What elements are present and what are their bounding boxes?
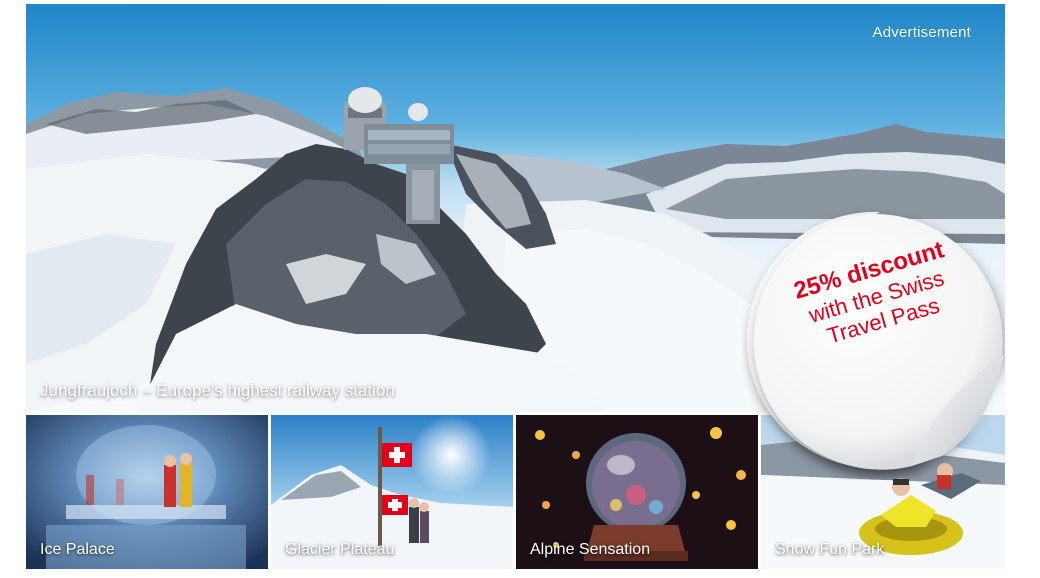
thumbnail-glacier-plateau[interactable]: Glacier Plateau xyxy=(271,415,513,569)
thumbnail-ice-palace[interactable]: Ice Palace xyxy=(26,415,268,569)
advertisement-banner[interactable]: Advertisement Jungfraujoch – Europe's hi… xyxy=(26,4,1005,569)
thumbnail-label: Glacier Plateau xyxy=(285,541,395,558)
thumbnail-label: Ice Palace xyxy=(40,541,115,558)
hero-caption: Jungfraujoch – Europe's highest railway … xyxy=(40,381,395,400)
discount-sticker[interactable]: 25% discount with the Swiss Travel Pass xyxy=(742,204,1005,480)
thumbnail-label: Snow Fun Park xyxy=(775,541,885,558)
thumbnail-label: Alpine Sensation xyxy=(530,541,651,558)
thumbnail-alpine-sensation[interactable]: Alpine Sensation xyxy=(516,415,758,569)
advertisement-label: Advertisement xyxy=(872,24,971,41)
